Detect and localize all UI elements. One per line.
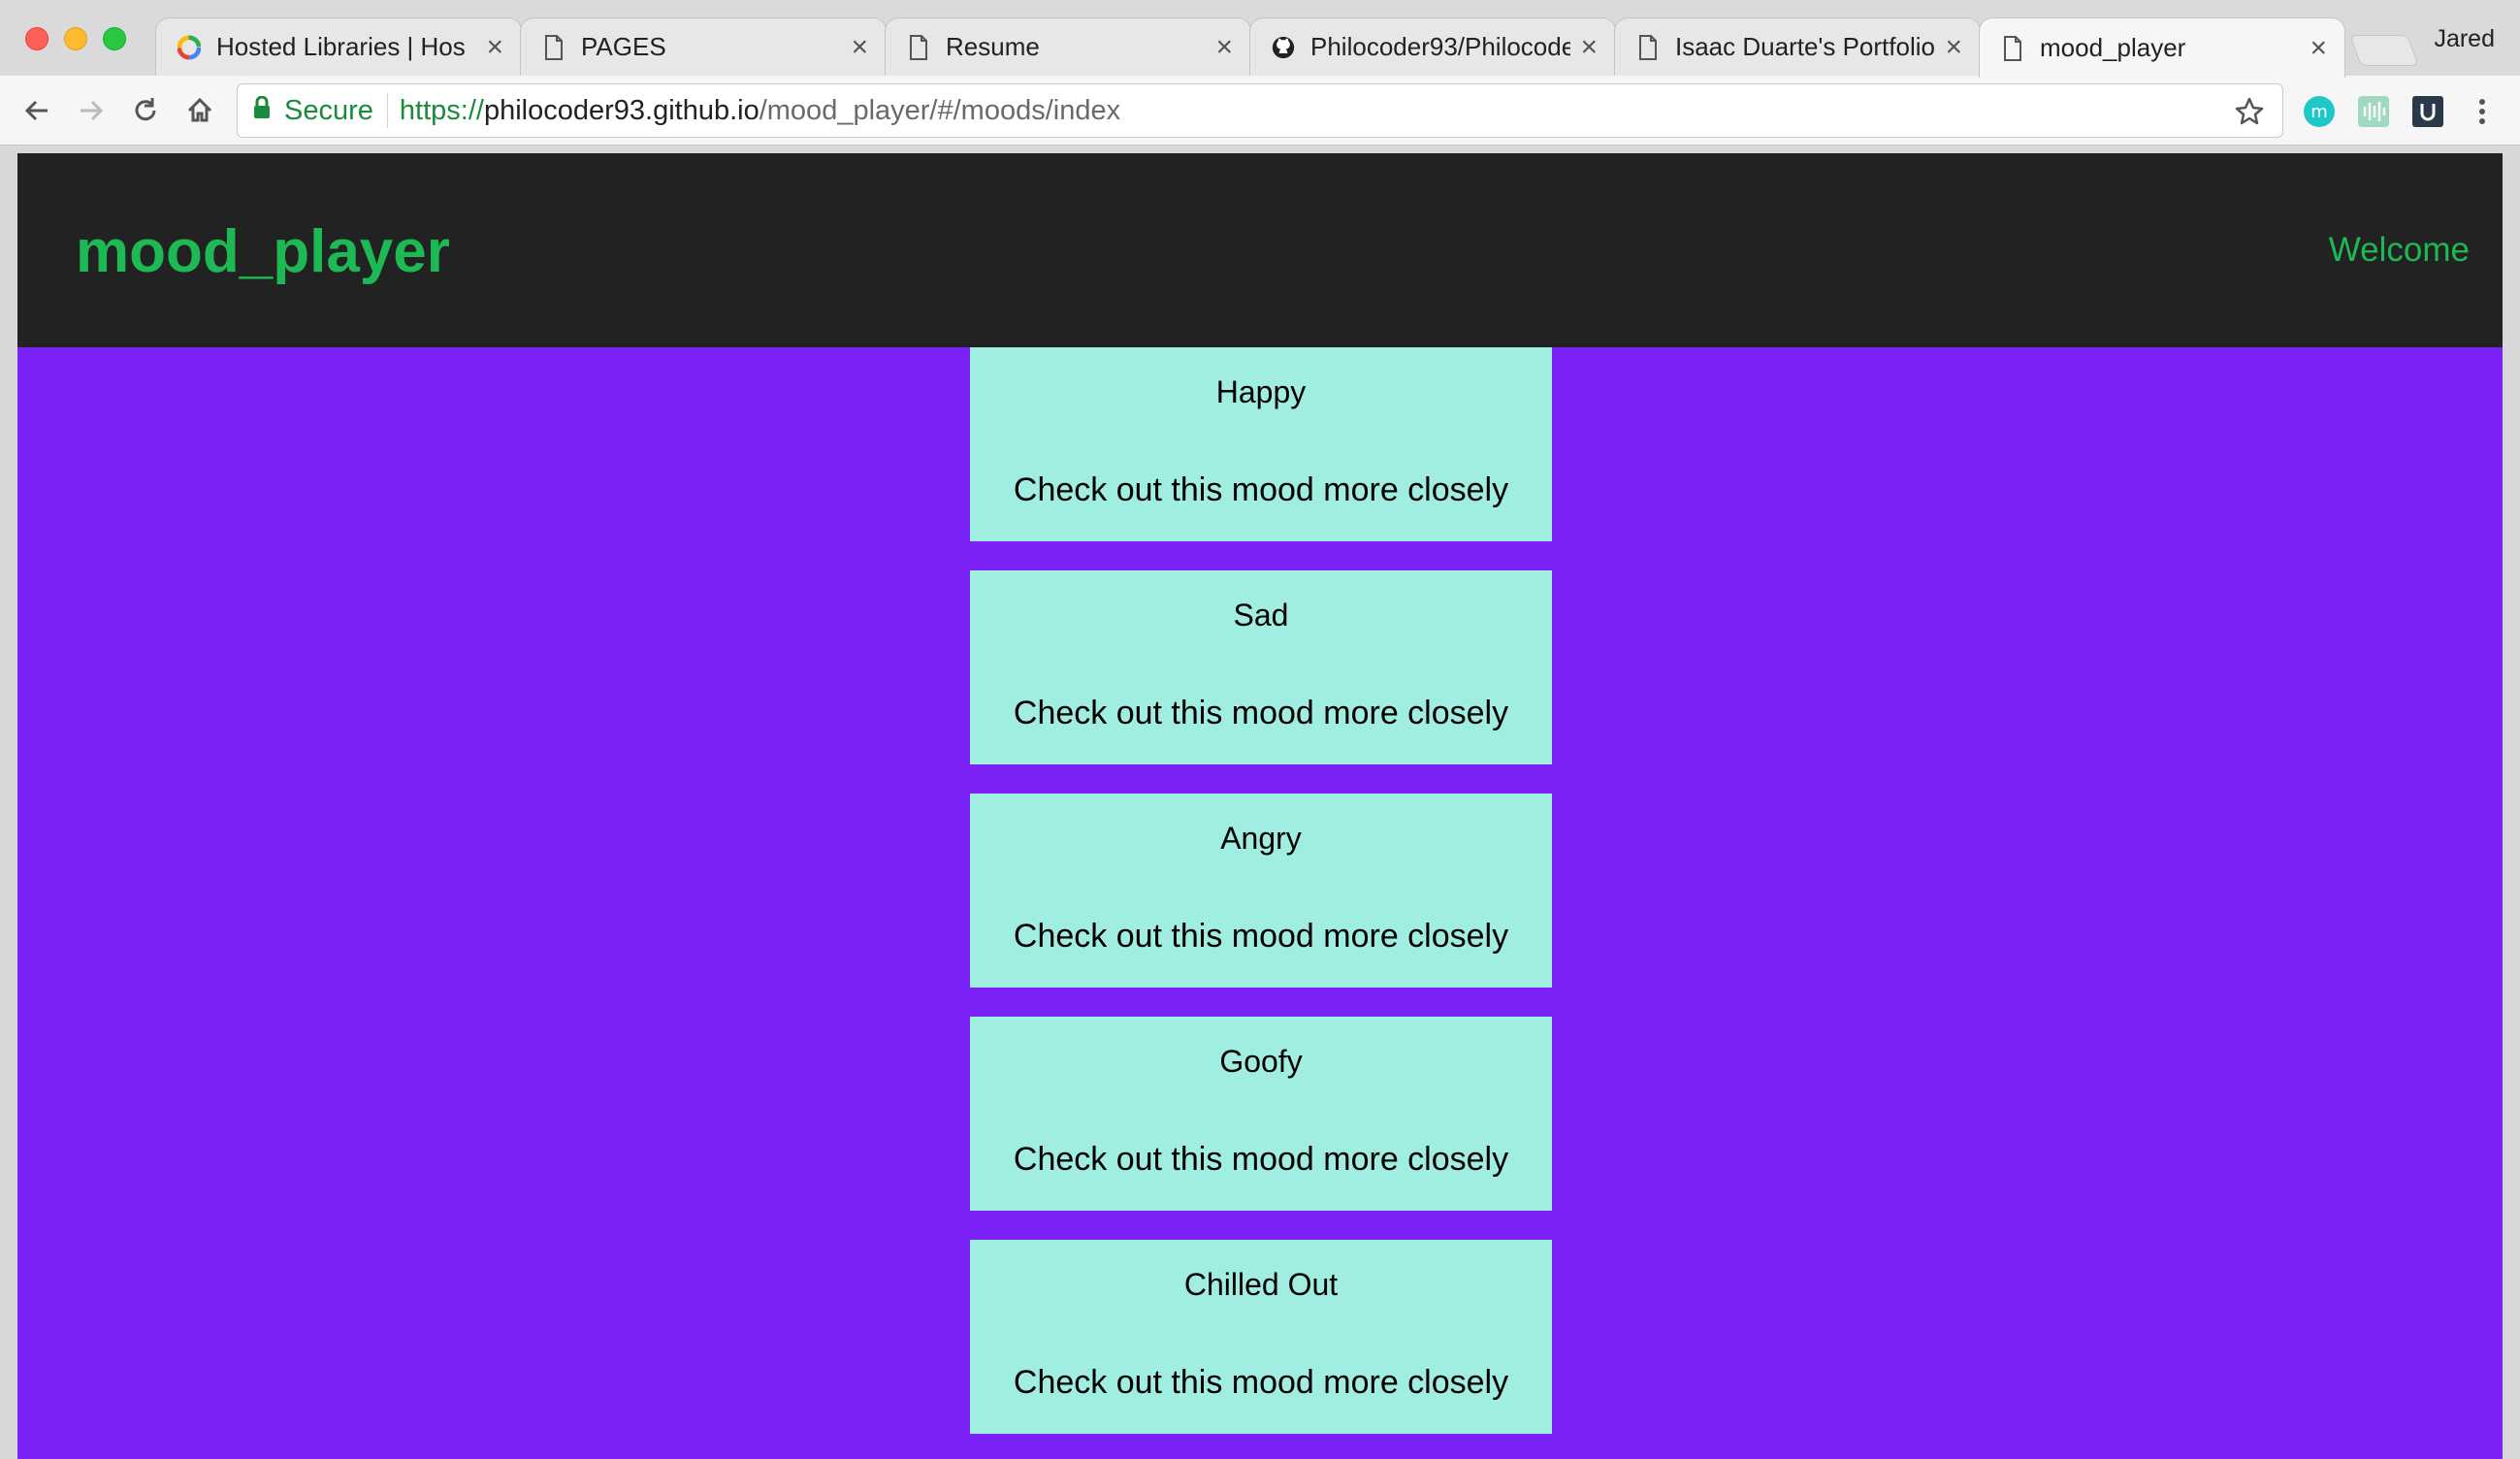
- mood-card-goofy: Goofy Check out this mood more closely: [970, 1017, 1552, 1211]
- home-icon: [187, 97, 212, 122]
- site-header: mood_player Welcome: [17, 153, 2503, 347]
- tab-title: PAGES: [581, 32, 666, 61]
- maximize-window-button[interactable]: [103, 27, 126, 50]
- mood-list: Happy Check out this mood more closely S…: [970, 347, 1552, 1459]
- menu-kebab-icon[interactable]: [2466, 95, 2499, 128]
- arrow-right-icon: [81, 100, 104, 121]
- browser-toolbar: Secure https://philocoder93.github.io/mo…: [0, 76, 2520, 146]
- tab-title: Philocoder93/Philocode: [1310, 32, 1571, 61]
- close-tab-icon[interactable]: ×: [1945, 32, 1962, 62]
- extension-m-icon[interactable]: m: [2303, 95, 2336, 128]
- close-tab-icon[interactable]: ×: [1215, 32, 1233, 62]
- home-button[interactable]: [178, 89, 221, 132]
- github-icon: [1272, 34, 1295, 61]
- close-tab-icon[interactable]: ×: [1580, 32, 1598, 62]
- tab-portfolio[interactable]: Isaac Duarte's Portfolio ×: [1614, 17, 1981, 76]
- forward-button[interactable]: [70, 89, 113, 132]
- extension-audio-icon[interactable]: [2357, 95, 2390, 128]
- tab-title: Isaac Duarte's Portfolio: [1675, 32, 1935, 61]
- close-tab-icon[interactable]: ×: [2310, 33, 2327, 63]
- url-host: philocoder93.github.io: [483, 94, 759, 126]
- tab-title: Hosted Libraries | Hos: [216, 32, 466, 61]
- mood-detail-link[interactable]: Check out this mood more closely: [970, 918, 1552, 956]
- close-tab-icon[interactable]: ×: [851, 32, 868, 62]
- new-tab-button[interactable]: [2349, 35, 2419, 66]
- page-icon: [1636, 34, 1660, 61]
- mood-card-chilled-out: Chilled Out Check out this mood more clo…: [970, 1240, 1552, 1434]
- tab-title: mood_player: [2040, 33, 2186, 62]
- page-icon: [542, 34, 565, 61]
- arrow-left-icon: [24, 100, 48, 121]
- mood-card-sad: Sad Check out this mood more closely: [970, 570, 1552, 764]
- extension-u-icon[interactable]: [2411, 95, 2444, 128]
- mood-name: Sad: [1233, 598, 1289, 632]
- tab-title: Resume: [946, 32, 1040, 61]
- url-scheme: https://: [399, 94, 484, 126]
- secure-label: Secure: [284, 94, 373, 126]
- bookmark-star-icon[interactable]: [2230, 92, 2269, 131]
- reload-button[interactable]: [124, 89, 167, 132]
- mood-name: Goofy: [1219, 1044, 1303, 1079]
- mood-name: Happy: [1215, 374, 1307, 409]
- page-icon: [2001, 35, 2024, 62]
- url-text[interactable]: https://philocoder93.github.io/mood_play…: [400, 95, 1120, 127]
- svg-text:m: m: [2310, 102, 2328, 122]
- site-brand[interactable]: mood_player: [76, 217, 450, 286]
- mood-detail-link[interactable]: Check out this mood more closely: [970, 1364, 1552, 1402]
- mood-name: Angry: [1220, 821, 1302, 856]
- address-bar[interactable]: Secure https://philocoder93.github.io/mo…: [237, 83, 2283, 138]
- page-icon: [907, 34, 930, 61]
- mood-detail-link[interactable]: Check out this mood more closely: [970, 471, 1552, 509]
- tab-strip: Hosted Libraries | Hos × PAGES × Resume …: [0, 0, 2520, 78]
- minimize-window-button[interactable]: [64, 27, 87, 50]
- mood-detail-link[interactable]: Check out this mood more closely: [970, 1141, 1552, 1179]
- mood-card-angry: Angry Check out this mood more closely: [970, 794, 1552, 988]
- tab-mood-player[interactable]: mood_player ×: [1979, 17, 2345, 78]
- reload-icon: [135, 98, 156, 121]
- lock-icon: [253, 95, 271, 127]
- back-button[interactable]: [16, 89, 58, 132]
- close-window-button[interactable]: [25, 27, 48, 50]
- page-viewport: mood_player Welcome Happy Check out this…: [17, 153, 2503, 1459]
- tab-pages[interactable]: PAGES ×: [520, 17, 887, 76]
- tab-github[interactable]: Philocoder93/Philocode ×: [1249, 17, 1616, 76]
- profile-name[interactable]: Jared: [2434, 25, 2495, 53]
- security-indicator[interactable]: Secure: [253, 93, 388, 128]
- tab-hosted-libraries[interactable]: Hosted Libraries | Hos ×: [155, 17, 522, 76]
- url-path: /mood_player/#/moods/index: [759, 94, 1121, 126]
- close-tab-icon[interactable]: ×: [486, 32, 503, 62]
- mood-name: Chilled Out: [1183, 1267, 1339, 1302]
- tab-resume[interactable]: Resume ×: [885, 17, 1251, 76]
- mood-card-happy: Happy Check out this mood more closely: [970, 347, 1552, 541]
- welcome-link[interactable]: Welcome: [2329, 231, 2470, 270]
- google-icon: [178, 34, 201, 61]
- mood-detail-link[interactable]: Check out this mood more closely: [970, 695, 1552, 732]
